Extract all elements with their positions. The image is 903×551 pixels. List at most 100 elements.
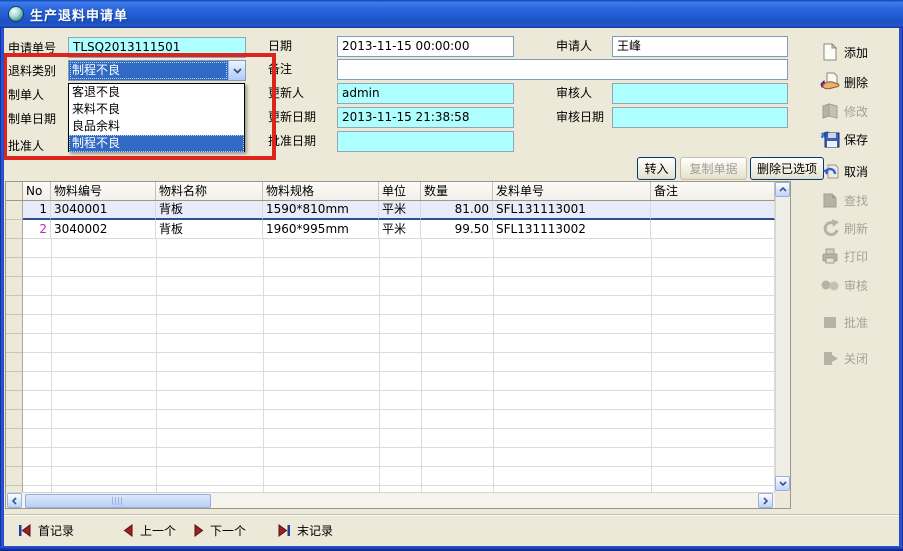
delete-document-icon [820, 72, 840, 92]
cell-qty: 99.50 [421, 220, 493, 239]
cell-unit: 平米 [379, 220, 421, 239]
save-icon [820, 129, 840, 149]
window-border-right [899, 0, 903, 551]
print-button[interactable]: 打印 [820, 244, 898, 268]
next-record-button[interactable]: 下一个 [193, 520, 246, 540]
dropdown-option[interactable]: 客退不良 [69, 84, 244, 101]
approve-label: 批准 [844, 314, 868, 331]
dropdown-option[interactable]: 良品余料 [69, 118, 244, 135]
cell-issue: SFL131113002 [493, 220, 651, 239]
cell-code: 3040001 [51, 201, 156, 220]
col-header-qty[interactable]: 数量 [421, 182, 493, 200]
chevron-left-icon [12, 497, 17, 505]
col-header-code[interactable]: 物料编号 [51, 182, 156, 200]
col-header-spec[interactable]: 物料规格 [263, 182, 379, 200]
col-header-no[interactable]: No [23, 182, 51, 200]
refresh-icon [820, 218, 840, 238]
table-header-row: No 物料编号 物料名称 物料规格 单位 数量 发料单号 备注 [6, 182, 775, 201]
applicant-field[interactable]: 王峰 [612, 36, 788, 57]
row-indicator-header [6, 182, 23, 200]
cancel-label: 取消 [844, 163, 868, 180]
audit-button[interactable]: 审核 [820, 273, 898, 297]
modify-button[interactable]: 修改 [820, 99, 898, 123]
return-type-dropdown-list: 客退不良 来料不良 良品余料 制程不良 [68, 83, 245, 152]
table-row[interactable]: 1 3040001 背板 1590*810mm 平米 81.00 SFL1311… [6, 201, 775, 220]
delete-selected-button[interactable]: 删除已选项 [750, 157, 824, 180]
titlebar: 生产退料申请单 [0, 0, 903, 28]
updater-field[interactable]: admin [337, 83, 514, 104]
approve-icon [820, 312, 840, 332]
vertical-scrollbar[interactable] [775, 182, 790, 492]
production-return-window: 生产退料申请单 申请单号 退料类别 制单人 制单日期 批准人 TLSQ20131… [0, 0, 903, 551]
applicant-label: 申请人 [556, 39, 592, 53]
dropdown-option-selected[interactable]: 制程不良 [69, 135, 244, 152]
add-document-icon [820, 42, 840, 62]
print-icon [820, 246, 840, 266]
first-record-label: 首记录 [38, 522, 74, 539]
chevron-down-icon [233, 68, 242, 74]
delete-label: 删除 [844, 74, 868, 91]
print-label: 打印 [844, 248, 868, 265]
horizontal-scrollbar[interactable] [6, 492, 775, 508]
cell-remark [651, 201, 775, 220]
cancel-icon [820, 161, 840, 181]
refresh-button[interactable]: 刷新 [820, 216, 898, 240]
last-record-label: 末记录 [297, 522, 333, 539]
chevron-right-icon [763, 497, 768, 505]
cell-no: 2 [23, 220, 51, 239]
cell-qty: 81.00 [421, 201, 493, 220]
close-form-button[interactable]: 关闭 [820, 346, 898, 370]
empty-grid-rows [23, 239, 775, 492]
transfer-button[interactable]: 转入 [637, 157, 676, 180]
date-field[interactable]: 2013-11-15 00:00:00 [337, 36, 514, 57]
next-record-icon [193, 524, 204, 537]
col-header-name[interactable]: 物料名称 [156, 182, 263, 200]
auditor-field[interactable] [612, 83, 788, 104]
cell-remark [651, 220, 775, 239]
cell-name: 背板 [156, 201, 263, 220]
add-label: 添加 [844, 44, 868, 61]
close-form-label: 关闭 [844, 350, 868, 367]
delete-button[interactable]: 删除 [820, 70, 898, 94]
prev-record-button[interactable]: 上一个 [123, 520, 176, 540]
cell-spec: 1960*995mm [263, 220, 379, 239]
cell-name: 背板 [156, 220, 263, 239]
save-button[interactable]: 保存 [820, 127, 898, 151]
thumb-grip [112, 497, 124, 505]
add-button[interactable]: 添加 [820, 40, 898, 64]
first-record-icon [18, 524, 32, 537]
material-table: No 物料编号 物料名称 物料规格 单位 数量 发料单号 备注 1 304000… [5, 181, 791, 509]
find-button[interactable]: 查找 [820, 188, 898, 212]
auditor-label: 审核人 [556, 86, 592, 100]
cancel-button[interactable]: 取消 [820, 159, 898, 183]
scroll-up-button[interactable] [775, 182, 790, 197]
combo-dropdown-button[interactable] [228, 61, 245, 80]
return-type-combobox[interactable]: 制程不良 [68, 60, 246, 81]
col-header-unit[interactable]: 单位 [379, 182, 421, 200]
col-header-issue-no[interactable]: 发料单号 [493, 182, 651, 200]
nav-separator [4, 514, 899, 516]
audit-date-field[interactable] [612, 107, 788, 128]
update-date-field[interactable]: 2013-11-15 21:38:58 [337, 107, 514, 128]
next-record-label: 下一个 [210, 522, 246, 539]
copy-document-button[interactable]: 复制单据 [680, 157, 747, 180]
first-record-button[interactable]: 首记录 [18, 520, 74, 540]
approve-button[interactable]: 批准 [820, 310, 898, 334]
row-indicator-column [6, 201, 23, 492]
horizontal-scroll-thumb[interactable] [25, 494, 211, 508]
last-record-button[interactable]: 末记录 [277, 520, 333, 540]
col-header-remark[interactable]: 备注 [651, 182, 775, 200]
window-title: 生产退料申请单 [30, 5, 128, 24]
table-row[interactable]: 2 3040002 背板 1960*995mm 平米 99.50 SFL1311… [6, 220, 775, 239]
cell-spec: 1590*810mm [263, 201, 379, 220]
scroll-left-button[interactable] [7, 493, 22, 508]
cell-no: 1 [23, 201, 51, 220]
scrollbar-corner [775, 492, 790, 508]
window-border-bottom [0, 546, 903, 551]
scroll-down-button[interactable] [775, 476, 790, 491]
scroll-right-button[interactable] [758, 493, 773, 508]
cell-unit: 平米 [379, 201, 421, 220]
remark-field[interactable] [337, 59, 788, 80]
dropdown-option[interactable]: 来料不良 [69, 101, 244, 118]
approve-date-field[interactable] [337, 131, 514, 152]
